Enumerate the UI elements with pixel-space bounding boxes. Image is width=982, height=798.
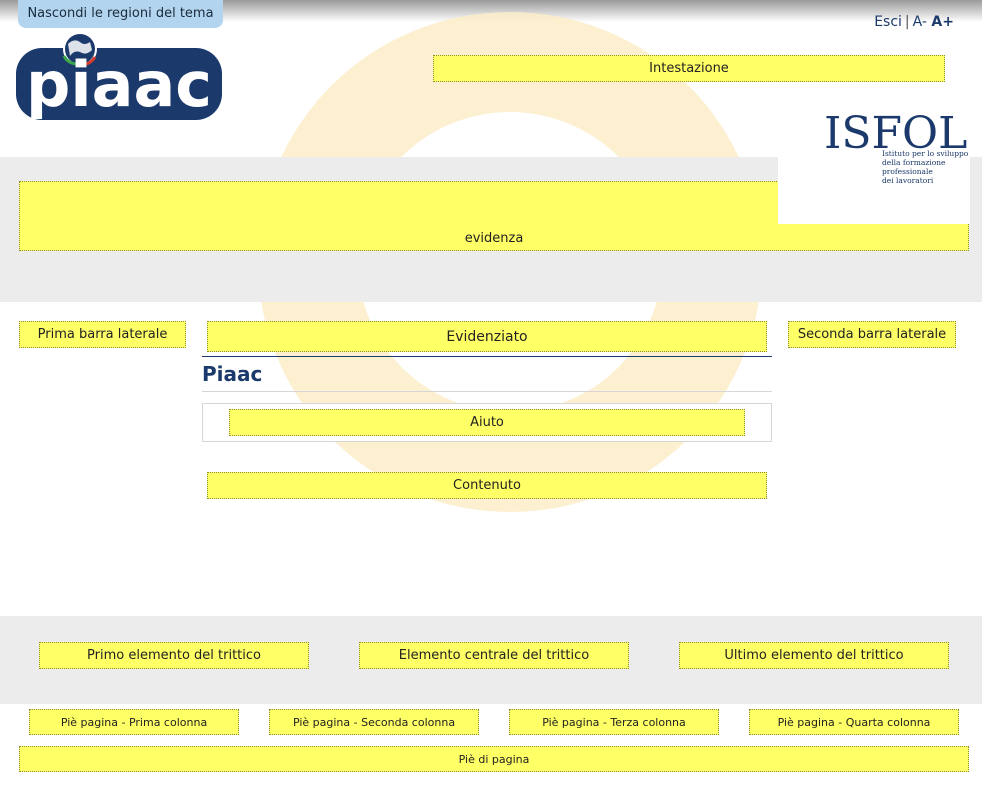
isfol-tagline-2: della formazione <box>882 158 946 167</box>
content-region: Contenuto <box>207 472 767 499</box>
footer-region: Piè di pagina <box>19 746 969 772</box>
user-menu-separator: | <box>904 14 910 30</box>
title-divider-top <box>202 356 772 357</box>
isfol-tagline-4: dei lavoratori <box>882 176 934 185</box>
piaac-logo[interactable]: piaac <box>14 30 224 122</box>
isfol-logo-graphic: ISFOL Istituto per lo sviluppo della for… <box>824 108 969 185</box>
piaac-logo-text: piaac <box>26 48 212 121</box>
piaac-logo-graphic: piaac <box>16 32 222 121</box>
footer-first-column: Piè pagina - Prima colonna <box>29 709 239 735</box>
footer-fourth-column: Piè pagina - Quarta colonna <box>749 709 959 735</box>
font-smaller-link[interactable]: A- <box>913 14 927 30</box>
user-menu: Esci | A- A+ <box>874 14 954 30</box>
title-divider-bottom <box>202 391 772 392</box>
sidebar-first-region: Prima barra laterale <box>19 321 186 348</box>
isfol-logo[interactable]: ISFOL Istituto per lo sviluppo della for… <box>778 108 970 224</box>
triptych-middle-region: Elemento centrale del trittico <box>359 642 629 669</box>
footer-third-column: Piè pagina - Terza colonna <box>509 709 719 735</box>
font-larger-link[interactable]: A+ <box>931 14 954 30</box>
page-title: Piaac <box>202 362 263 386</box>
help-region: Aiuto <box>229 409 745 436</box>
header-region: Intestazione <box>433 55 945 82</box>
triptych-last-region: Ultimo elemento del trittico <box>679 642 949 669</box>
footer-second-column: Piè pagina - Seconda colonna <box>269 709 479 735</box>
triptych-first-region: Primo elemento del trittico <box>39 642 309 669</box>
isfol-tagline-1: Istituto per lo sviluppo <box>882 149 969 158</box>
hide-theme-regions-button[interactable]: Nascondi le regioni del tema <box>18 0 223 28</box>
logout-link[interactable]: Esci <box>874 14 902 30</box>
sidebar-second-region: Seconda barra laterale <box>788 321 956 348</box>
isfol-tagline-3: professionale <box>882 167 933 176</box>
highlighted-region: Evidenziato <box>207 321 767 352</box>
